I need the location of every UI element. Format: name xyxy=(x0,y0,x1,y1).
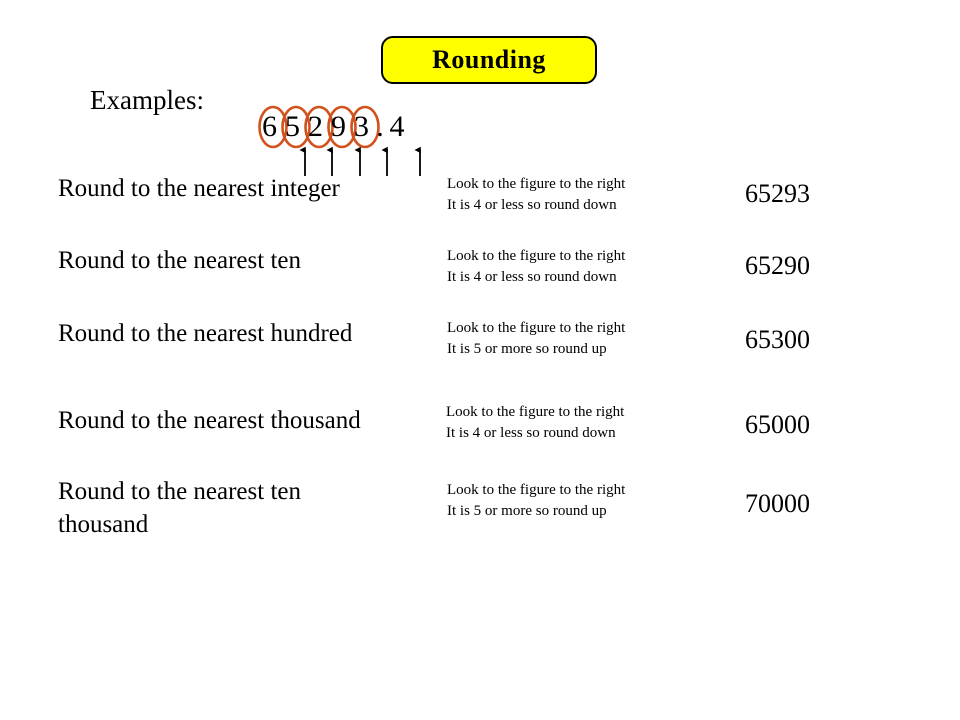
row-explanation: Look to the figure to the right It is 4 … xyxy=(446,402,716,444)
row-explanation: Look to the figure to the right It is 5 … xyxy=(447,318,717,360)
explanation-line-2: It is 5 or more so round up xyxy=(447,503,607,519)
row-instruction: Round to the nearest ten thousand xyxy=(58,478,301,538)
explanation-line-1: Look to the figure to the right xyxy=(447,320,626,336)
explanation-line-1: Look to the figure to the right xyxy=(446,404,625,420)
row-result: 65293 xyxy=(745,179,810,208)
explanation-line-2: It is 4 or less so round down xyxy=(447,269,617,285)
row-instruction: Round to the nearest hundred xyxy=(58,320,353,347)
row-explanation: Look to the figure to the right It is 5 … xyxy=(447,480,717,522)
row-result: 65300 xyxy=(745,325,810,354)
row-result: 65290 xyxy=(745,251,810,280)
row-explanation: Look to the figure to the right It is 4 … xyxy=(447,174,717,216)
explanation-line-2: It is 4 or less so round down xyxy=(447,197,617,213)
explanation-line-1: Look to the figure to the right xyxy=(447,482,626,498)
explanation-line-1: Look to the figure to the right xyxy=(447,176,626,192)
row-explanation: Look to the figure to the right It is 4 … xyxy=(447,246,717,288)
row-instruction: Round to the nearest integer xyxy=(58,175,340,202)
title-badge: Rounding xyxy=(381,36,597,84)
explanation-line-2: It is 5 or more so round up xyxy=(447,341,607,357)
row-instruction: Round to the nearest thousand xyxy=(58,407,361,434)
row-result: 70000 xyxy=(745,489,810,518)
digit-ten-thousands: 6 xyxy=(262,110,277,143)
page-title: Rounding xyxy=(432,45,546,74)
explanation-line-2: It is 4 or less so round down xyxy=(446,425,616,441)
row-result: 65000 xyxy=(745,410,810,439)
examples-label: Examples: xyxy=(90,85,204,115)
explanation-line-1: Look to the figure to the right xyxy=(447,248,626,264)
row-instruction: Round to the nearest ten xyxy=(58,247,301,274)
